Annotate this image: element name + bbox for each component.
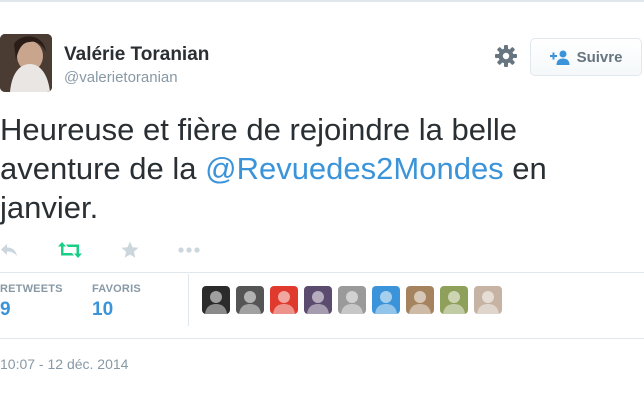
gear-icon[interactable] <box>494 44 518 68</box>
user-avatar-icon[interactable] <box>304 286 332 314</box>
user-display-name[interactable]: Valérie Toranian <box>64 44 209 66</box>
user-avatar-icon[interactable] <box>202 286 230 314</box>
user-avatar-icon[interactable] <box>236 286 264 314</box>
tweet-text: Heureuse et fière de rejoindre la belle … <box>0 110 600 227</box>
user-avatar-icon[interactable] <box>338 286 366 314</box>
favoriter-avatars <box>202 286 502 314</box>
user-avatar-icon[interactable] <box>270 286 298 314</box>
stats-top-divider <box>0 272 644 273</box>
more-options-icon[interactable] <box>178 236 200 264</box>
top-divider <box>0 0 644 2</box>
user-avatar-icon[interactable] <box>474 286 502 314</box>
user-avatar-icon[interactable] <box>406 286 434 314</box>
add-user-icon <box>549 50 570 65</box>
follow-button[interactable]: Suivre <box>530 38 642 76</box>
user-handle[interactable]: @valerietoranian <box>64 69 178 86</box>
favorite-star-icon[interactable] <box>121 236 139 264</box>
retweets-label: RETWEETS <box>0 283 63 295</box>
favorites-label: FAVORIS <box>92 283 141 295</box>
user-avatar-icon[interactable] <box>440 286 468 314</box>
retweet-icon[interactable] <box>58 236 82 264</box>
follow-button-label: Suivre <box>576 48 623 66</box>
user-avatar[interactable] <box>0 34 52 92</box>
tweet-timestamp[interactable]: 10:07 - 12 déc. 2014 <box>0 356 128 372</box>
reply-icon[interactable] <box>0 236 18 264</box>
stats-bottom-divider <box>0 338 644 339</box>
favorites-count[interactable]: 10 <box>92 299 113 321</box>
tweet-actions <box>0 236 220 264</box>
user-avatar-image <box>0 34 52 92</box>
user-avatar-icon[interactable] <box>372 286 400 314</box>
mention-link[interactable]: @Revuedes2Mondes <box>205 151 504 186</box>
stats-separator <box>188 274 189 326</box>
retweets-count[interactable]: 9 <box>0 299 11 321</box>
